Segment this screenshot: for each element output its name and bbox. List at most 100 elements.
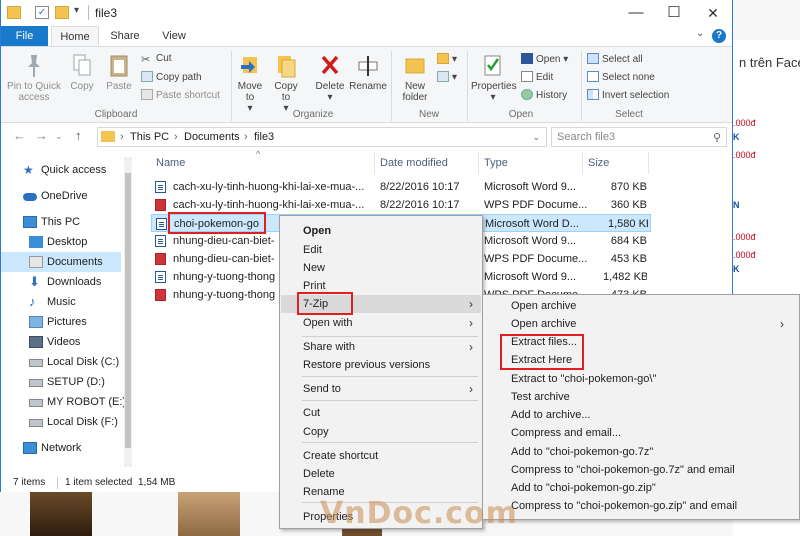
paste-button[interactable]: Paste <box>103 53 135 92</box>
select-none-button[interactable]: Select none <box>587 71 655 83</box>
column-header-size[interactable]: Size <box>583 152 649 174</box>
edit-label: Edit <box>536 72 554 83</box>
sidebar-item-this-pc[interactable]: This PC <box>1 212 121 232</box>
expand-ribbon-icon[interactable]: ⌄ <box>696 28 704 39</box>
menu-item-delete[interactable]: Delete <box>281 465 481 483</box>
tab-file[interactable]: File <box>1 26 48 46</box>
sidebar-item-disk-c[interactable]: Local Disk (C:) <box>1 352 121 372</box>
sidebar-item-onedrive[interactable]: OneDrive <box>1 186 121 206</box>
move-to-icon <box>241 57 257 73</box>
background-price: .000đ <box>733 150 756 160</box>
watermark: VnDoc.com <box>320 496 518 531</box>
breadcrumb-documents[interactable]: Documents <box>184 128 240 146</box>
properties-check-icon[interactable]: ✓ <box>35 6 49 19</box>
nav-scrollbar[interactable] <box>124 157 132 467</box>
submenu-item-compress-zip-email[interactable]: Compress to "choi-pokemon-go.zip" and em… <box>484 497 798 515</box>
menu-item-open[interactable]: Open <box>281 222 481 240</box>
sidebar-item-setup-d[interactable]: SETUP (D:) <box>1 372 121 392</box>
sidebar-item-quick-access[interactable]: ★ Quick access <box>1 160 121 180</box>
sidebar-item-network[interactable]: Network <box>1 438 121 458</box>
tab-share[interactable]: Share <box>101 26 149 46</box>
minimize-button[interactable]: — <box>618 0 654 26</box>
sidebar-item-label: Music <box>47 296 76 308</box>
rename-button[interactable]: Rename <box>349 53 387 92</box>
menu-item-open-with[interactable]: Open with › <box>281 314 481 332</box>
select-all-button[interactable]: Select all <box>587 53 643 65</box>
sidebar-item-documents[interactable]: Documents <box>1 252 121 272</box>
window-title: file3 <box>95 6 118 20</box>
sidebar-item-videos[interactable]: Videos <box>1 332 121 352</box>
up-arrow-icon[interactable]: ↑ <box>75 128 82 143</box>
menu-item-create-shortcut[interactable]: Create shortcut <box>281 447 481 465</box>
close-button[interactable]: ✕ <box>695 0 731 26</box>
column-header-type[interactable]: Type <box>479 152 583 174</box>
submenu-item-add-to-archive[interactable]: Add to archive... <box>484 406 798 424</box>
maximize-button[interactable]: ☐ <box>656 0 692 26</box>
delete-button[interactable]: Delete ▾ <box>313 53 347 103</box>
menu-item-restore-versions[interactable]: Restore previous versions <box>281 356 481 374</box>
folder-icon[interactable] <box>7 6 21 19</box>
file-name: nhung-y-tuong-thong <box>173 271 276 283</box>
properties-button[interactable]: Properties ▾ <box>471 53 517 103</box>
submenu-item-test-archive[interactable]: Test archive <box>484 388 798 406</box>
help-icon[interactable]: ? <box>712 29 726 43</box>
history-button[interactable]: History <box>521 89 567 101</box>
submenu-item-extract-to[interactable]: Extract to "choi-pokemon-go\" <box>484 370 798 388</box>
menu-item-share-with[interactable]: Share with › <box>281 338 481 356</box>
sidebar-item-music[interactable]: ♪ Music <box>1 292 121 312</box>
chevron-right-icon: › <box>469 340 473 354</box>
cloud-icon <box>23 193 37 201</box>
menu-item-edit[interactable]: Edit <box>281 241 481 259</box>
search-input[interactable]: Search file3 ⚲ <box>551 127 727 147</box>
sidebar-item-pictures[interactable]: Pictures <box>1 312 121 332</box>
breadcrumb-this-pc[interactable]: This PC <box>130 128 169 146</box>
tab-home[interactable]: Home <box>51 26 99 46</box>
submenu-item-add-7z[interactable]: Add to "choi-pokemon-go.7z" <box>484 443 798 461</box>
new-folder-button[interactable]: New folder <box>395 53 435 103</box>
invert-selection-button[interactable]: Invert selection <box>587 89 669 101</box>
open-button[interactable]: Open ▾ <box>521 53 568 65</box>
drive-icon <box>29 399 43 407</box>
copy-path-button[interactable]: Copy path <box>141 71 202 83</box>
copy-button[interactable]: Copy <box>67 53 97 92</box>
menu-item-copy[interactable]: Copy <box>281 423 481 441</box>
move-to-button[interactable]: Move to ▾ <box>235 53 265 114</box>
breadcrumb-file3[interactable]: file3 <box>254 128 274 146</box>
submenu-item-compress-email[interactable]: Compress and email... <box>484 424 798 442</box>
paste-shortcut-button[interactable]: Paste shortcut <box>141 89 220 101</box>
recent-locations-icon[interactable]: ⌄ <box>55 131 63 142</box>
new-folder-icon[interactable] <box>55 6 69 19</box>
paste-shortcut-label: Paste shortcut <box>156 90 220 101</box>
sidebar-item-downloads[interactable]: ⬇ Downloads <box>1 272 121 292</box>
cut-button[interactable]: ✂ Cut <box>141 53 172 66</box>
word-doc-icon <box>155 235 166 247</box>
submenu-item-compress-7z-email[interactable]: Compress to "choi-pokemon-go.7z" and ema… <box>484 461 798 479</box>
easy-access-button[interactable]: ▾ <box>437 71 457 83</box>
search-icon[interactable]: ⚲ <box>713 129 721 147</box>
menu-item-cut[interactable]: Cut <box>281 404 481 422</box>
back-arrow-icon[interactable]: ← <box>13 128 26 143</box>
sidebar-item-robot-e[interactable]: MY ROBOT (E:) <box>1 392 126 412</box>
customize-toolbar-icon[interactable]: ▾ <box>74 5 79 16</box>
sidebar-item-disk-f[interactable]: Local Disk (F:) <box>1 412 121 432</box>
menu-item-send-to[interactable]: Send to › <box>281 380 481 398</box>
delete-label: Delete <box>315 81 345 92</box>
column-header-date[interactable]: Date modified <box>375 152 479 174</box>
chevron-down-icon[interactable]: ⌄ <box>532 128 540 146</box>
scrollbar-thumb[interactable] <box>125 173 131 448</box>
sidebar-item-desktop[interactable]: Desktop <box>1 232 121 252</box>
menu-item-new[interactable]: New <box>281 259 481 277</box>
tab-view[interactable]: View <box>151 26 197 46</box>
table-row[interactable]: cach-xu-ly-tinh-huong-khi-lai-xe-mua-...… <box>151 178 651 196</box>
column-header-name[interactable]: Name <box>151 152 375 174</box>
forward-arrow-icon[interactable]: → <box>35 128 48 143</box>
submenu-item-add-zip[interactable]: Add to "choi-pokemon-go.zip" <box>484 479 798 497</box>
pin-quick-access-button[interactable]: Pin to Quick access <box>5 53 63 103</box>
edit-button[interactable]: Edit <box>521 71 553 83</box>
submenu-item-open-archive-more[interactable]: Open archive › <box>484 315 798 333</box>
new-item-button[interactable]: ▾ <box>437 53 457 65</box>
address-bar[interactable]: › This PC › Documents › file3 ⌄ <box>97 127 547 147</box>
submenu-item-open-archive[interactable]: Open archive <box>484 297 798 315</box>
copy-to-button[interactable]: Copy to ▾ <box>271 53 301 114</box>
music-icon: ♪ <box>29 294 36 309</box>
